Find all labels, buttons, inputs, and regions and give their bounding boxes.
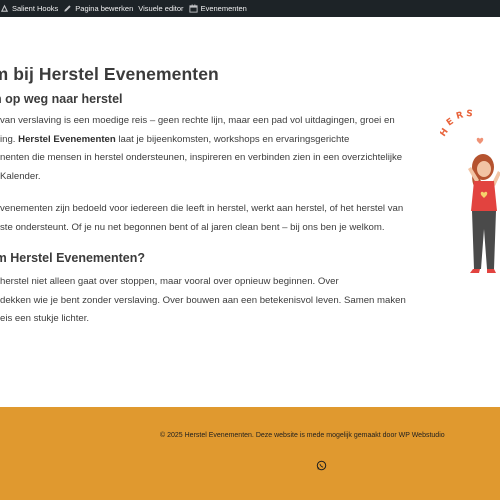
- admin-bar-label: Salient Hooks: [12, 4, 59, 13]
- paragraph-line: eis een stukje lichter.: [0, 313, 90, 324]
- admin-bar: Salient Hooks Pagina bewerken Visuele ed…: [0, 0, 500, 17]
- admin-bar-events[interactable]: Evenementen: [189, 0, 252, 17]
- text-fragment: laat je bijeenkomsten, workshops en erva…: [115, 133, 350, 145]
- paragraph-line: ing. Herstel Evenementen laat je bijeenk…: [0, 131, 402, 150]
- admin-bar-edit-page[interactable]: Pagina bewerken: [63, 0, 138, 17]
- intro-paragraph: van verslaving is een moedige reis – gee…: [0, 112, 402, 186]
- footer-copyright: © 2025 Herstel Evenementen. Deze website…: [160, 432, 445, 439]
- section-heading: n op weg naar herstel: [0, 92, 123, 106]
- svg-text:E: E: [445, 117, 456, 129]
- pencil-icon: [63, 4, 72, 13]
- admin-bar-label: Pagina bewerken: [75, 4, 134, 13]
- admin-bar-label: Evenementen: [200, 4, 247, 13]
- admin-bar-salient-hooks[interactable]: Salient Hooks: [0, 0, 63, 17]
- paragraph-line: dekken wie je bent zonder verslaving. Ov…: [0, 294, 406, 306]
- brand-name: Herstel Evenementen: [18, 133, 116, 145]
- paragraph-line: Kalender.: [0, 170, 41, 182]
- audience-paragraph: venementen zijn bedoeld voor iedereen di…: [0, 200, 403, 237]
- svg-text:R: R: [455, 110, 464, 121]
- paragraph-line: venementen zijn bedoeld voor iedereen di…: [0, 203, 404, 214]
- woman-illustration: H E R S: [440, 109, 500, 273]
- paragraph-line: herstel niet alleen gaat over stoppen, m…: [0, 276, 339, 287]
- svg-text:S: S: [466, 109, 473, 120]
- paragraph-line: nenten die mensen in herstel ondersteune…: [0, 152, 403, 163]
- illustration-lettering: H E R S: [440, 109, 473, 139]
- svg-text:H: H: [440, 127, 451, 139]
- text-fragment: ing.: [0, 133, 19, 145]
- main-content: kom bij Herstel Evenementen n op weg naa…: [0, 17, 500, 407]
- paragraph-line: van verslaving is een moedige reis – gee…: [0, 115, 395, 126]
- calendar-icon: [189, 4, 198, 13]
- section-heading-why: om Herstel Evenementen?: [0, 251, 145, 265]
- why-paragraph: herstel niet alleen gaat over stoppen, m…: [0, 273, 406, 329]
- admin-bar-label: Visuele editor: [138, 4, 184, 13]
- site-footer: © 2025 Herstel Evenementen. Deze website…: [0, 407, 500, 500]
- page-title: kom bij Herstel Evenementen: [0, 64, 219, 84]
- paragraph-line: ste ondersteunt. Of je nu net begonnen b…: [0, 221, 385, 233]
- admin-bar-visual-editor[interactable]: Visuele editor: [138, 0, 188, 17]
- whatsapp-icon[interactable]: [316, 460, 327, 471]
- salient-icon: [0, 4, 9, 13]
